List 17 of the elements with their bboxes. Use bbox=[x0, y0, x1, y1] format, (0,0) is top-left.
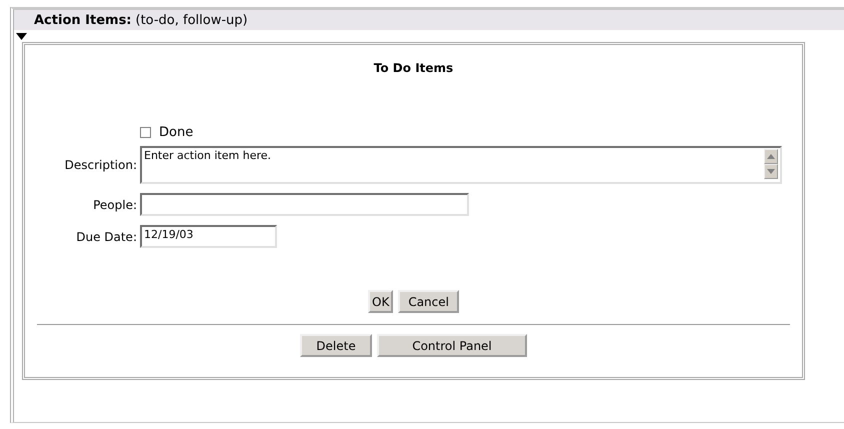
input-field[interactable] bbox=[140, 193, 469, 216]
field-label: People: bbox=[92, 198, 137, 212]
form-title: To Do Items bbox=[374, 61, 454, 75]
field-label: Due Date: bbox=[75, 230, 137, 244]
field-label: Description: bbox=[64, 158, 137, 172]
ok-button[interactable]: OK bbox=[368, 290, 394, 313]
scroll-arrows-icon[interactable] bbox=[764, 149, 778, 179]
control-panel-button[interactable]: Control Panel bbox=[377, 334, 527, 357]
checkbox[interactable] bbox=[140, 127, 151, 138]
delete-button[interactable]: Delete bbox=[300, 334, 372, 357]
text-area[interactable]: Enter action item here. bbox=[140, 146, 782, 184]
date-field[interactable]: 12/19/03 bbox=[140, 225, 277, 248]
section-subtitle: (to-do, follow-up) bbox=[136, 12, 248, 28]
collapse-arrow-icon[interactable] bbox=[16, 33, 27, 40]
cancel-button[interactable]: Cancel bbox=[398, 290, 459, 313]
section-title: Action Items: bbox=[34, 12, 132, 28]
checkbox-label: Done bbox=[159, 125, 194, 140]
